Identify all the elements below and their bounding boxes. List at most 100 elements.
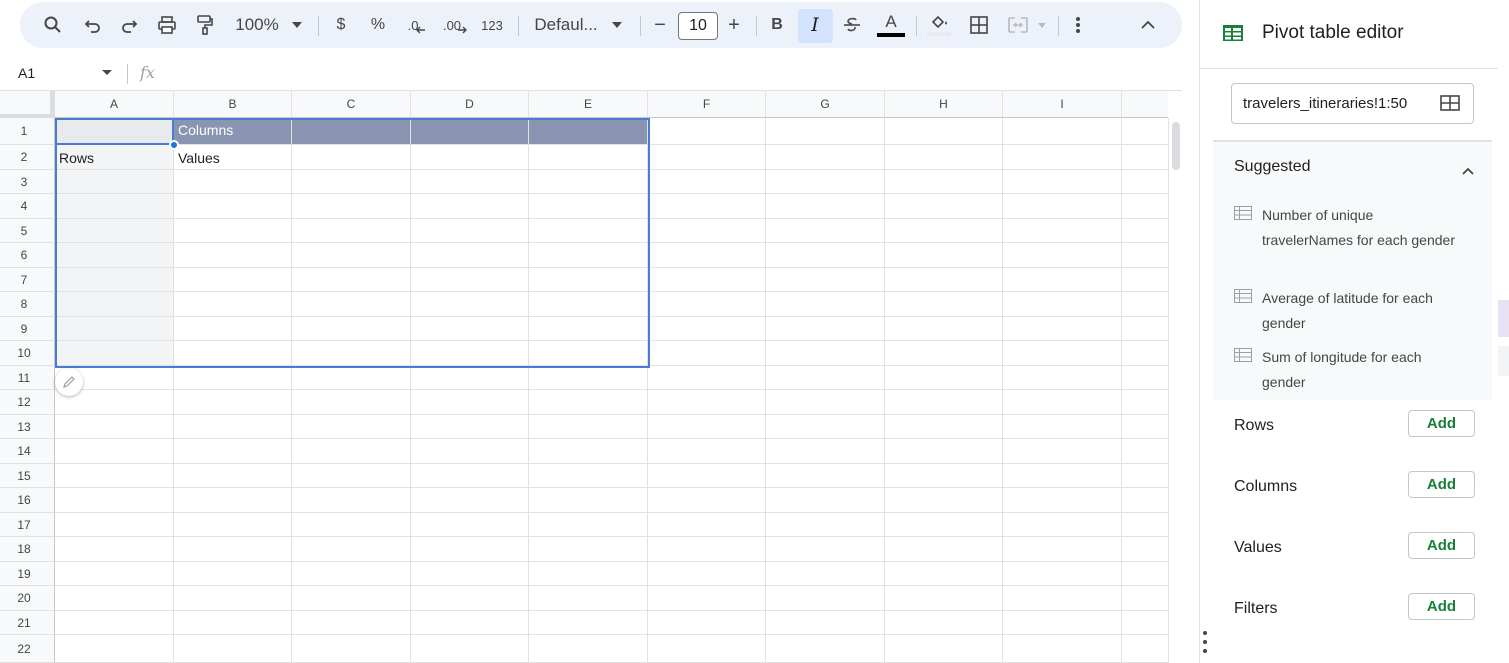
- zoom-select[interactable]: 100%: [232, 2, 282, 48]
- row-header-1[interactable]: 1: [0, 118, 55, 145]
- column-header-j[interactable]: [1122, 91, 1168, 118]
- merge-cells-icon[interactable]: [1004, 2, 1032, 48]
- row-header-16[interactable]: 16: [0, 488, 55, 513]
- row-header-6[interactable]: 6: [0, 243, 55, 268]
- row-header-18[interactable]: 18: [0, 537, 55, 562]
- data-range-value: travelers_itineraries!1:50: [1243, 95, 1408, 112]
- chevron-down-icon[interactable]: [290, 2, 304, 48]
- row-header-7[interactable]: 7: [0, 268, 55, 292]
- fill-color-swatch: [927, 32, 951, 36]
- resize-handle-icon[interactable]: [1203, 630, 1207, 659]
- more-vert-icon[interactable]: [1068, 2, 1088, 48]
- gridline-vertical: [765, 118, 766, 663]
- divider: [127, 64, 128, 84]
- column-header-e[interactable]: E: [529, 91, 648, 118]
- row-header-20[interactable]: 20: [0, 586, 55, 611]
- row-header-19[interactable]: 19: [0, 562, 55, 586]
- column-header-i[interactable]: I: [1003, 91, 1122, 118]
- currency-format-button[interactable]: $: [332, 2, 350, 48]
- row-header-13[interactable]: 13: [0, 415, 55, 439]
- fill-color-icon: [931, 15, 947, 29]
- chevron-up-icon[interactable]: [1136, 2, 1160, 48]
- scroll-thumb[interactable]: [1172, 122, 1180, 170]
- toolbar: 100% $ % .0 .00 123 Defaul... − 10 + B I: [20, 2, 1182, 48]
- row-header-8[interactable]: 8: [0, 292, 55, 317]
- row-header-17[interactable]: 17: [0, 513, 55, 537]
- chevron-down-icon[interactable]: [102, 70, 112, 75]
- paint-format-icon[interactable]: [192, 2, 218, 48]
- name-box[interactable]: A1: [18, 65, 35, 81]
- italic-button[interactable]: I: [804, 2, 826, 48]
- grid-select-icon[interactable]: [1440, 95, 1460, 116]
- divider: [1058, 16, 1059, 36]
- row-header-2[interactable]: 2: [0, 145, 55, 170]
- strikethrough-icon[interactable]: [840, 2, 864, 48]
- filters-label: Filters: [1234, 600, 1278, 617]
- edit-pivot-button[interactable]: [55, 368, 83, 396]
- increase-decimal-button[interactable]: .00: [440, 2, 470, 48]
- add-rows-button[interactable]: Add: [1408, 410, 1475, 437]
- column-header-g[interactable]: G: [766, 91, 885, 118]
- font-select[interactable]: Defaul...: [532, 2, 600, 48]
- row-header-12[interactable]: 12: [0, 390, 55, 415]
- row-header-14[interactable]: 14: [0, 439, 55, 464]
- column-header-c[interactable]: C: [292, 91, 411, 118]
- divider: [518, 16, 519, 36]
- fill-handle[interactable]: [169, 140, 179, 150]
- side-strip-band: [1498, 346, 1509, 376]
- redo-icon[interactable]: [116, 2, 142, 48]
- table-icon: [1234, 206, 1252, 225]
- add-values-button[interactable]: Add: [1408, 532, 1475, 559]
- text-color-button[interactable]: A: [876, 2, 906, 48]
- column-header-b[interactable]: B: [174, 91, 292, 118]
- pivot-table-range: [55, 118, 650, 368]
- pencil-icon: [63, 376, 75, 388]
- vertical-scrollbar[interactable]: [1168, 118, 1182, 663]
- search-icon[interactable]: [40, 2, 66, 48]
- sheet-grid[interactable]: A B C D E F G H I 1 2 3 4 5 6 7 8 9 10 11 12 13 14 15 1…: [0, 91, 1168, 663]
- data-range-input[interactable]: travelers_itineraries!1:50: [1231, 83, 1474, 124]
- column-header-d[interactable]: D: [411, 91, 529, 118]
- suggested-title: Suggested: [1234, 158, 1311, 175]
- undo-icon[interactable]: [80, 2, 106, 48]
- font-size-input[interactable]: 10: [678, 12, 718, 40]
- bold-button[interactable]: B: [766, 2, 788, 48]
- text-color-label: A: [885, 11, 897, 31]
- decrease-font-size-button[interactable]: −: [650, 2, 670, 48]
- row-header-4[interactable]: 4: [0, 194, 55, 219]
- increase-font-size-button[interactable]: +: [724, 2, 744, 48]
- column-header-a[interactable]: A: [55, 91, 174, 118]
- percent-format-button[interactable]: %: [368, 2, 388, 48]
- chevron-up-icon[interactable]: [1462, 162, 1474, 180]
- gridline-vertical: [1002, 118, 1003, 663]
- side-strip-highlight: [1498, 300, 1509, 337]
- fx-icon: fx: [140, 63, 155, 82]
- row-header-22[interactable]: 22: [0, 635, 55, 663]
- chevron-down-icon[interactable]: [1036, 2, 1048, 48]
- row-header-3[interactable]: 3: [0, 170, 55, 194]
- add-columns-button[interactable]: Add: [1408, 471, 1475, 498]
- text-color-swatch: [877, 32, 905, 37]
- more-formats-button[interactable]: 123: [478, 2, 506, 48]
- add-filters-button[interactable]: Add: [1408, 593, 1475, 620]
- row-header-9[interactable]: 9: [0, 317, 55, 341]
- table-icon: [1234, 348, 1252, 367]
- divider: [640, 16, 641, 36]
- row-header-21[interactable]: 21: [0, 611, 55, 635]
- suggestion-label: Average of latitude for each gender: [1262, 290, 1433, 331]
- table-icon: [1234, 289, 1252, 308]
- row-header-10[interactable]: 10: [0, 341, 55, 366]
- decrease-decimal-button[interactable]: .0: [404, 2, 430, 48]
- cells-area[interactable]: Columns Rows Values: [55, 118, 1168, 663]
- print-icon[interactable]: [154, 2, 180, 48]
- chevron-down-icon[interactable]: [610, 2, 624, 48]
- borders-icon[interactable]: [966, 2, 992, 48]
- gridline-vertical: [1121, 118, 1122, 663]
- column-header-h[interactable]: H: [885, 91, 1003, 118]
- column-header-f[interactable]: F: [648, 91, 766, 118]
- row-header-15[interactable]: 15: [0, 464, 55, 488]
- fill-color-button[interactable]: [926, 2, 952, 48]
- row-header-11[interactable]: 11: [0, 366, 55, 390]
- row-header-5[interactable]: 5: [0, 219, 55, 243]
- suggestion-label: Sum of longitude for each gender: [1262, 349, 1422, 390]
